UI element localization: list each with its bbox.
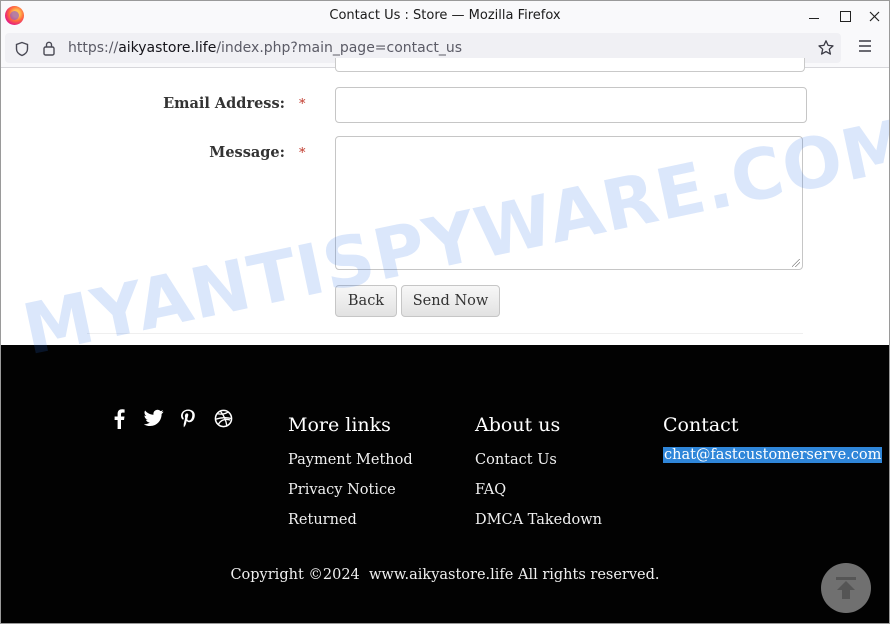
resize-grip-icon[interactable] (792, 259, 800, 267)
title-bar: Contact Us : Store — Mozilla Firefox (1, 1, 889, 31)
close-icon (869, 11, 879, 21)
minimize-button[interactable] (799, 4, 829, 28)
contact-email-link[interactable]: chat@fastcustomerserve.com (663, 447, 883, 463)
email-required-mark: * (299, 97, 306, 112)
send-now-button[interactable]: Send Now (401, 285, 500, 317)
back-to-top-button[interactable] (821, 563, 871, 613)
url-prefix: https:// (68, 40, 119, 56)
footer-link-returned[interactable]: Returned (288, 512, 357, 528)
twitter-icon[interactable] (144, 409, 164, 427)
name-input-partial[interactable] (335, 58, 805, 72)
message-label: Message: (209, 144, 285, 161)
hamburger-menu-icon[interactable] (857, 39, 873, 53)
tracking-shield-icon[interactable] (14, 41, 30, 57)
contact-title: Contact (663, 414, 739, 436)
message-required-mark: * (299, 146, 306, 161)
footer-link-faq[interactable]: FAQ (475, 482, 506, 498)
url-path: /index.php?main_page=contact_us (216, 40, 463, 56)
facebook-icon[interactable] (112, 409, 126, 429)
back-button[interactable]: Back (335, 285, 397, 317)
close-button[interactable] (859, 4, 889, 28)
browser-window: Contact Us : Store — Mozilla Firefox htt… (0, 0, 890, 624)
maximize-button[interactable] (830, 4, 860, 28)
arrow-up-icon (836, 577, 856, 599)
pinterest-icon[interactable] (180, 409, 196, 429)
message-textarea[interactable] (335, 136, 803, 270)
copyright-text: Copyright ©2024 www.aikyastore.life All … (230, 567, 660, 583)
site-footer: More links Payment Method Privacy Notice… (1, 345, 889, 623)
divider (87, 333, 803, 334)
minimize-icon (809, 17, 819, 19)
dribbble-icon[interactable] (214, 409, 233, 428)
footer-link-dmca-takedown[interactable]: DMCA Takedown (475, 512, 602, 528)
footer-link-payment-method[interactable]: Payment Method (288, 452, 413, 468)
maximize-icon (839, 10, 851, 22)
email-label: Email Address: (163, 95, 285, 112)
url-text[interactable]: https://aikyastore.life/index.php?main_p… (68, 40, 462, 56)
window-title: Contact Us : Store — Mozilla Firefox (329, 8, 561, 23)
url-host: aikyastore.life (118, 40, 217, 56)
footer-link-privacy-notice[interactable]: Privacy Notice (288, 482, 396, 498)
email-input[interactable] (335, 87, 807, 123)
about-us-title: About us (475, 414, 561, 436)
contact-form: Email Address: * Message: * Back Send No… (1, 58, 889, 345)
more-links-title: More links (288, 414, 391, 436)
footer-link-contact-us[interactable]: Contact Us (475, 452, 557, 468)
bookmark-star-icon[interactable] (817, 39, 835, 57)
lock-icon[interactable] (42, 40, 56, 56)
